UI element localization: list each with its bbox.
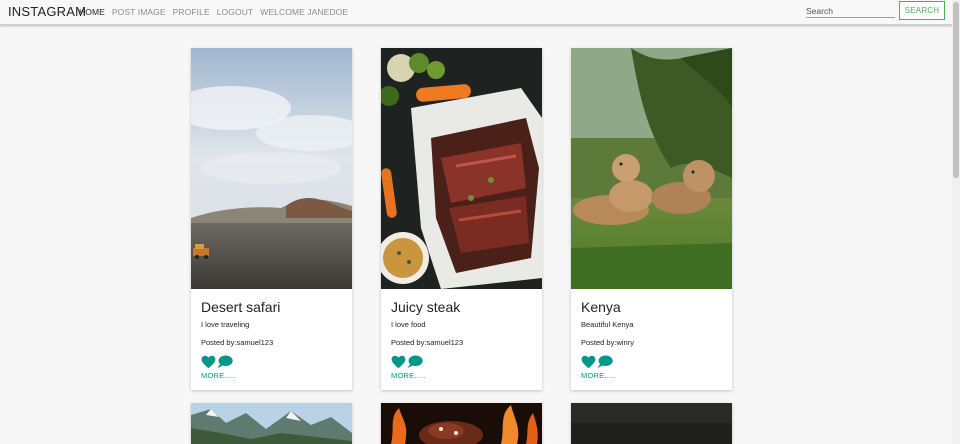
post-card-juicy-steak: Juicy steak I love food Posted by:samuel… xyxy=(381,48,542,390)
more-link[interactable]: MORE..... xyxy=(581,371,616,380)
nav-welcome-user[interactable]: WELCOME JANEDOE xyxy=(260,7,348,17)
nav-links: HOME POST IMAGE PROFILE LOGOUT WELCOME J… xyxy=(79,7,355,17)
post-card-dark xyxy=(571,403,732,444)
post-image-kenya[interactable] xyxy=(571,48,732,289)
post-image-dark[interactable] xyxy=(571,403,732,444)
comment-icon[interactable] xyxy=(217,355,233,369)
post-actions xyxy=(391,355,423,369)
post-image-juicy-steak[interactable] xyxy=(381,48,542,289)
post-image-mountains[interactable] xyxy=(191,403,352,444)
search-button[interactable]: SEARCH xyxy=(899,1,945,20)
post-title: Juicy steak xyxy=(391,299,461,315)
post-image-desert-safari[interactable] xyxy=(191,48,352,289)
post-card-bbq xyxy=(381,403,542,444)
post-card-mountains xyxy=(191,403,352,444)
post-actions xyxy=(581,355,613,369)
brand-logo[interactable]: INSTAGRAM xyxy=(8,4,86,19)
comment-icon[interactable] xyxy=(597,355,613,369)
post-card-kenya: Kenya Beautiful Kenya Posted by:winry MO… xyxy=(571,48,732,390)
nav-home[interactable]: HOME xyxy=(79,7,105,17)
post-title: Desert safari xyxy=(201,299,281,315)
post-description: I love food xyxy=(391,320,426,329)
nav-post-image[interactable]: POST IMAGE xyxy=(112,7,166,17)
scrollbar-thumb[interactable] xyxy=(953,2,959,178)
nav-profile[interactable]: PROFILE xyxy=(173,7,210,17)
page-scrollbar[interactable] xyxy=(952,0,960,444)
post-actions xyxy=(201,355,233,369)
post-description: Beautiful Kenya xyxy=(581,320,634,329)
more-link[interactable]: MORE..... xyxy=(201,371,236,380)
post-description: I love traveling xyxy=(201,320,250,329)
nav-logout[interactable]: LOGOUT xyxy=(217,7,254,17)
post-author: Posted by:samuel123 xyxy=(391,338,464,347)
post-author: Posted by:winry xyxy=(581,338,634,347)
heart-icon[interactable] xyxy=(201,355,216,369)
comment-icon[interactable] xyxy=(407,355,423,369)
navbar: INSTAGRAM HOME POST IMAGE PROFILE LOGOUT… xyxy=(0,0,952,25)
more-link[interactable]: MORE..... xyxy=(391,371,426,380)
post-image-bbq[interactable] xyxy=(381,403,542,444)
search-input[interactable] xyxy=(806,4,895,18)
post-author: Posted by:samuel123 xyxy=(201,338,274,347)
heart-icon[interactable] xyxy=(391,355,406,369)
heart-icon[interactable] xyxy=(581,355,596,369)
post-title: Kenya xyxy=(581,299,621,315)
post-card-desert-safari: Desert safari I love traveling Posted by… xyxy=(191,48,352,390)
